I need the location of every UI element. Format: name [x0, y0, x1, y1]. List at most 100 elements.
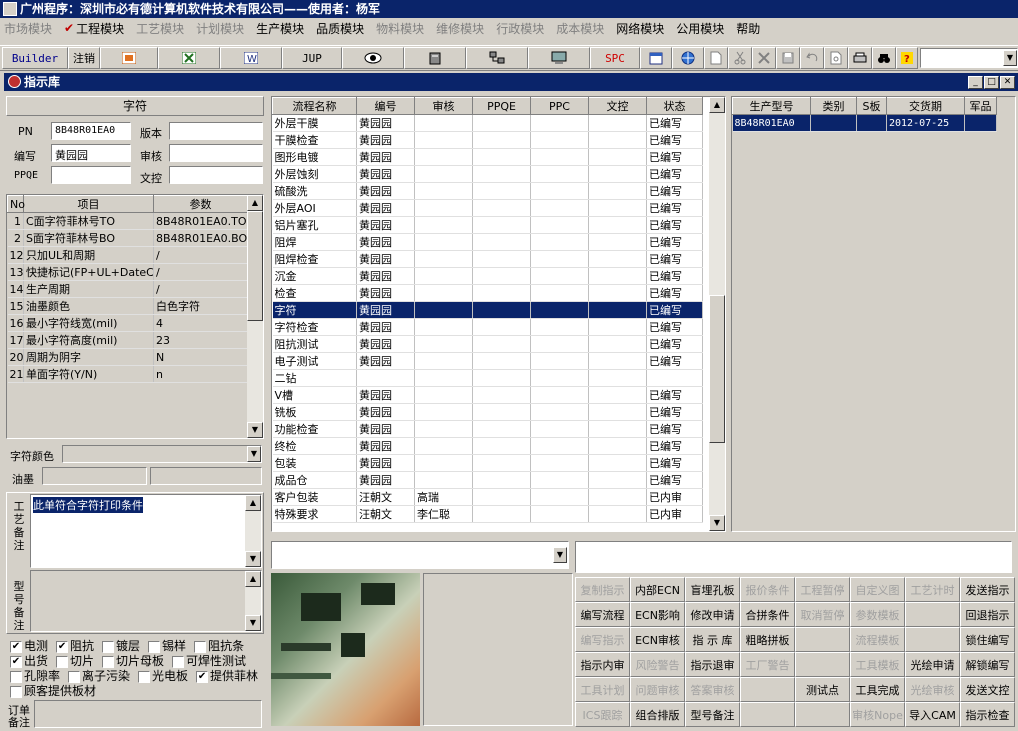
action-button[interactable]: 粗略拼板 [740, 627, 795, 652]
action-button[interactable]: 指示内审 [575, 652, 630, 677]
model-header-cell[interactable]: S板 [856, 97, 887, 115]
spc-button[interactable]: SPC [590, 47, 640, 69]
flow-row[interactable]: 客户包装 汪朝文 高瑞 已内审 [272, 488, 703, 506]
flow-header-cell[interactable]: 审核 [414, 97, 473, 115]
action-button[interactable]: 取消暂停 [795, 602, 850, 627]
params-row[interactable]: 16 最小字符线宽(mil) 4 [7, 314, 248, 332]
model-row[interactable]: 8B48R01EA0 2012-07-25 [732, 114, 997, 132]
flow-row[interactable]: V槽 黄园园 已编写 [272, 386, 703, 404]
action-button[interactable]: 盲埋孔板 [685, 577, 740, 602]
menu-item[interactable]: 行政模块 [496, 20, 544, 37]
flow-row[interactable]: 阻焊检查 黄园园 已编写 [272, 250, 703, 268]
wenkong-field[interactable] [169, 166, 263, 184]
scroll-down-icon[interactable]: ▼ [245, 551, 261, 567]
remark-input[interactable] [575, 541, 1012, 573]
review-field[interactable] [169, 144, 263, 162]
action-button[interactable]: 光绘审核 [905, 677, 960, 702]
word-icon[interactable]: W [220, 47, 282, 69]
flow-row[interactable]: 硫酸洗 黄园园 已编写 [272, 182, 703, 200]
maximize-button[interactable]: □ [984, 76, 999, 89]
params-row[interactable]: 21 单面字符(Y/N) n [7, 365, 248, 383]
option-checkbox[interactable]: 切片 [56, 654, 94, 668]
action-button[interactable]: 工艺计时 [905, 577, 960, 602]
unchecked-box-icon[interactable] [148, 640, 161, 653]
option-checkbox[interactable]: 离子污染 [68, 669, 130, 683]
action-button[interactable]: 组合排版 [630, 702, 685, 727]
action-button[interactable]: 流程模板 [850, 627, 905, 652]
order-note-field[interactable] [34, 700, 262, 728]
action-button[interactable]: 工程暂停 [795, 577, 850, 602]
model-header-cell[interactable]: 类别 [810, 97, 857, 115]
action-button[interactable]: 导入CAM [905, 702, 960, 727]
checked-box-icon[interactable]: ✔ [196, 670, 209, 683]
action-button[interactable]: 合拼条件 [740, 602, 795, 627]
option-checkbox[interactable]: 切片母板 [102, 654, 164, 668]
unchecked-box-icon[interactable] [138, 670, 151, 683]
flow-header-cell[interactable]: PPQE [472, 97, 531, 115]
action-button[interactable]: 答案审核 [685, 677, 740, 702]
computer-icon[interactable] [528, 47, 590, 69]
flow-header-cell[interactable]: 文控 [588, 97, 647, 115]
close-button[interactable]: ✕ [1000, 76, 1015, 89]
menu-item[interactable]: 市场模块 [4, 20, 52, 37]
checked-box-icon[interactable]: ✔ [56, 640, 69, 653]
flow-header-cell[interactable]: 状态 [646, 97, 703, 115]
action-button[interactable]: 指示检查 [960, 702, 1015, 727]
flow-row[interactable]: 铝片塞孔 黄园园 已编写 [272, 216, 703, 234]
binoculars-icon[interactable] [872, 47, 896, 69]
flow-row[interactable]: 铣板 黄园园 已编写 [272, 403, 703, 421]
ink-field-1[interactable] [42, 467, 147, 485]
unchecked-box-icon[interactable] [102, 640, 115, 653]
action-button[interactable]: 工厂警告 [740, 652, 795, 677]
option-checkbox[interactable]: 锡样 [148, 639, 186, 653]
model-header-cell[interactable]: 生产型号 [732, 97, 811, 115]
params-row[interactable]: 20 周期为阴字 N [7, 348, 248, 366]
action-button[interactable]: ECN影响 [630, 602, 685, 627]
globe-icon[interactable] [672, 47, 704, 69]
builder-button[interactable]: Builder [2, 47, 68, 69]
flow-row[interactable]: 字符检查 黄园园 已编写 [272, 318, 703, 336]
menu-item[interactable]: 物料模块 [376, 20, 424, 37]
menu-item[interactable]: 公用模块 [676, 20, 724, 37]
flow-row[interactable]: 终检 黄园园 已编写 [272, 437, 703, 455]
action-button[interactable]: 编写指示 [575, 627, 630, 652]
unchecked-box-icon[interactable] [102, 655, 115, 668]
scroll-up-icon[interactable]: ▲ [245, 571, 261, 587]
menu-item[interactable]: 品质模块 [316, 20, 364, 37]
minimize-button[interactable]: _ [968, 76, 983, 89]
print-icon[interactable] [848, 47, 872, 69]
model-header-cell[interactable]: 军品 [964, 97, 997, 115]
option-checkbox[interactable]: 孔隙率 [10, 669, 60, 683]
menu-item[interactable]: 维修模块 [436, 20, 484, 37]
action-button[interactable]: ECN审核 [630, 627, 685, 652]
action-button[interactable]: 测试点 [795, 677, 850, 702]
menu-item[interactable]: 计划模块 [196, 20, 244, 37]
database-icon[interactable] [404, 47, 466, 69]
flow-row[interactable]: 外层AOI 黄园园 已编写 [272, 199, 703, 217]
params-row[interactable]: 13 快捷标记(FP+UL+DateCo / [7, 263, 248, 281]
unchecked-box-icon[interactable] [10, 685, 22, 698]
scroll-down-icon[interactable]: ▼ [245, 615, 261, 631]
pn-field[interactable]: 8B48R01EA0 [51, 122, 131, 140]
calendar-icon[interactable] [640, 47, 672, 69]
undo-icon[interactable] [800, 47, 824, 69]
save-icon[interactable] [776, 47, 800, 69]
option-checkbox[interactable]: 阻抗条 [194, 639, 244, 653]
flow-row[interactable]: 检查 黄园园 已编写 [272, 284, 703, 302]
params-row[interactable]: 17 最小字符高度(mil) 23 [7, 331, 248, 349]
flow-row[interactable]: 图形电镀 黄园园 已编写 [272, 148, 703, 166]
menu-item[interactable]: 工程模块 [76, 20, 124, 37]
model-header-cell[interactable]: 交货期 [886, 97, 965, 115]
action-button[interactable]: 风险警告 [630, 652, 685, 677]
menu-item[interactable]: 帮助 [736, 20, 760, 37]
craft-note-scrollbar[interactable]: ▲ ▼ [245, 495, 261, 567]
option-checkbox[interactable]: 镀层 [102, 639, 140, 653]
scroll-down-icon[interactable]: ▼ [247, 422, 263, 438]
action-button[interactable]: 内部ECN [630, 577, 685, 602]
flow-row[interactable]: 干膜检查 黄园园 已编写 [272, 131, 703, 149]
flow-row[interactable]: 外层干膜 黄园园 已编写 [272, 114, 703, 132]
option-checkbox[interactable]: ✔ 阻抗 [56, 639, 94, 653]
flow-row[interactable]: 外层蚀刻 黄园园 已编写 [272, 165, 703, 183]
action-button[interactable]: 报价条件 [740, 577, 795, 602]
params-row[interactable]: 1 C面字符菲林号TO 8B48R01EA0.TO [7, 212, 248, 230]
